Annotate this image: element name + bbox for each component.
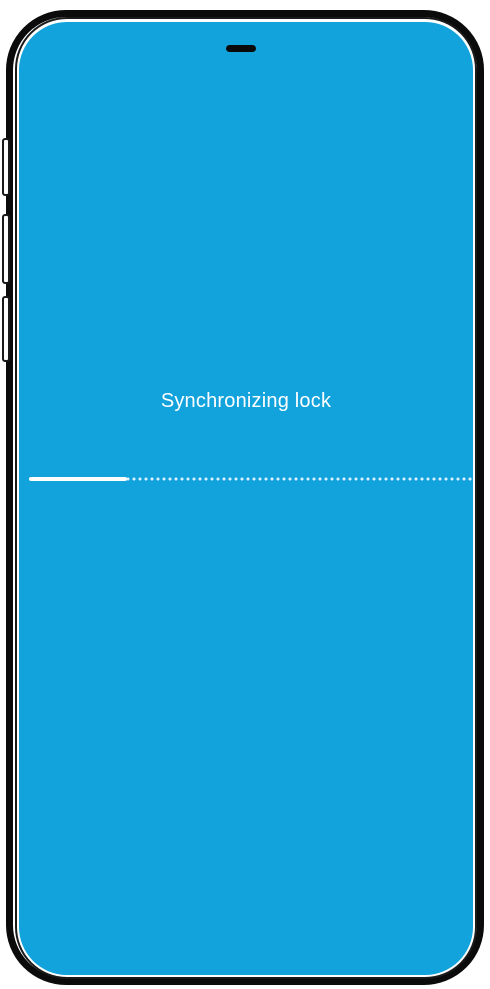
mute-switch — [2, 138, 10, 196]
sync-progress-fill — [29, 477, 127, 481]
volume-up-button — [2, 214, 10, 284]
sync-status-text: Synchronizing lock — [160, 390, 332, 412]
app-stage: Synchronizing lock — [0, 0, 490, 989]
sync-progress-bar — [29, 477, 473, 481]
volume-down-button — [2, 296, 10, 362]
speaker-grille — [226, 45, 256, 52]
phone-screen: Synchronizing lock — [19, 22, 473, 975]
